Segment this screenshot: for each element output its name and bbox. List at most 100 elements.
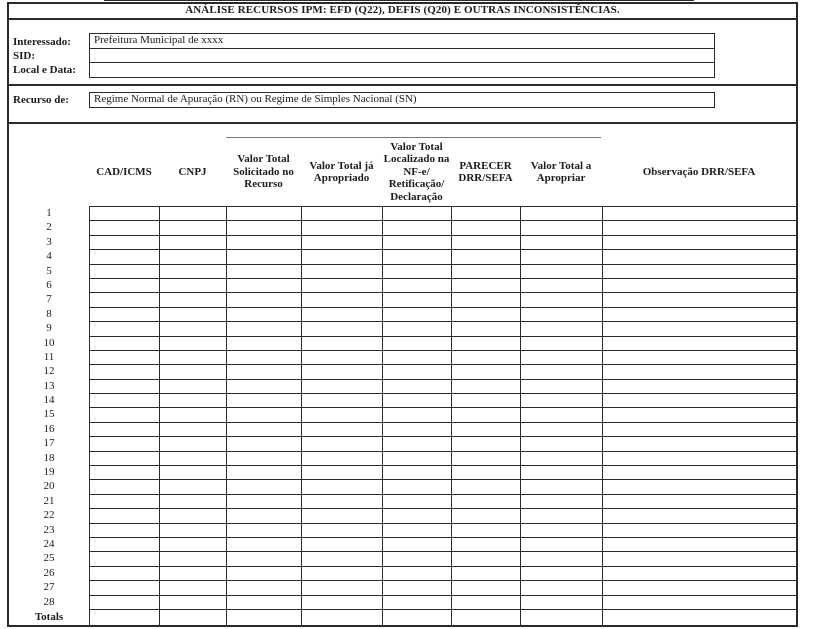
cell-valor-apropriado[interactable] <box>301 450 383 467</box>
cell-valor-localizado[interactable] <box>382 421 452 438</box>
cell-valor-apropriado[interactable] <box>301 522 383 538</box>
cell-parecer[interactable] <box>451 220 521 236</box>
total-parecer[interactable] <box>451 608 521 626</box>
cell-valor-localizado[interactable] <box>382 393 452 409</box>
cell-cnpj[interactable] <box>159 378 227 395</box>
cell-valor-apropriar[interactable] <box>520 393 603 409</box>
cell-valor-solicitado[interactable] <box>226 277 302 294</box>
cell-observacao[interactable] <box>602 205 797 222</box>
cell-valor-solicitado[interactable] <box>226 321 302 337</box>
cell-valor-solicitado[interactable] <box>226 220 302 236</box>
cell-cad-icms[interactable] <box>89 536 160 553</box>
cell-valor-apropriado[interactable] <box>301 536 383 553</box>
cell-cnpj[interactable] <box>159 551 227 567</box>
cell-valor-apropriado[interactable] <box>301 378 383 395</box>
cell-cad-icms[interactable] <box>89 335 160 351</box>
cell-cnpj[interactable] <box>159 220 227 236</box>
cell-observacao[interactable] <box>602 277 797 294</box>
cell-valor-localizado[interactable] <box>382 536 452 553</box>
cell-valor-apropriar[interactable] <box>520 249 603 265</box>
cell-valor-apropriado[interactable] <box>301 393 383 409</box>
cell-valor-apropriado[interactable] <box>301 364 383 380</box>
cell-valor-solicitado[interactable] <box>226 465 302 481</box>
cell-observacao[interactable] <box>602 580 797 596</box>
cell-valor-apropriar[interactable] <box>520 450 603 467</box>
cell-valor-solicitado[interactable] <box>226 205 302 222</box>
cell-cad-icms[interactable] <box>89 407 160 423</box>
cell-valor-localizado[interactable] <box>382 493 452 510</box>
cell-cad-icms[interactable] <box>89 493 160 510</box>
cell-parecer[interactable] <box>451 594 521 610</box>
cell-valor-localizado[interactable] <box>382 205 452 222</box>
cell-valor-apropriado[interactable] <box>301 465 383 481</box>
cell-valor-apropriado[interactable] <box>301 493 383 510</box>
cell-valor-localizado[interactable] <box>382 335 452 351</box>
cell-cnpj[interactable] <box>159 263 227 279</box>
cell-valor-apropriar[interactable] <box>520 536 603 553</box>
cell-observacao[interactable] <box>602 220 797 236</box>
cell-cad-icms[interactable] <box>89 465 160 481</box>
cell-observacao[interactable] <box>602 594 797 610</box>
cell-parecer[interactable] <box>451 393 521 409</box>
cell-observacao[interactable] <box>602 321 797 337</box>
cell-valor-apropriar[interactable] <box>520 335 603 351</box>
cell-valor-apropriado[interactable] <box>301 205 383 222</box>
cell-observacao[interactable] <box>602 450 797 467</box>
cell-cnpj[interactable] <box>159 580 227 596</box>
cell-valor-solicitado[interactable] <box>226 580 302 596</box>
cell-parecer[interactable] <box>451 421 521 438</box>
cell-cad-icms[interactable] <box>89 321 160 337</box>
cell-valor-apropriado[interactable] <box>301 249 383 265</box>
cell-cnpj[interactable] <box>159 407 227 423</box>
cell-observacao[interactable] <box>602 551 797 567</box>
cell-valor-localizado[interactable] <box>382 551 452 567</box>
cell-valor-solicitado[interactable] <box>226 292 302 308</box>
cell-valor-solicitado[interactable] <box>226 436 302 452</box>
cell-cad-icms[interactable] <box>89 263 160 279</box>
cell-valor-solicitado[interactable] <box>226 407 302 423</box>
total-observacao[interactable] <box>602 608 797 626</box>
cell-valor-apropriado[interactable] <box>301 436 383 452</box>
cell-valor-localizado[interactable] <box>382 378 452 395</box>
cell-valor-apropriar[interactable] <box>520 465 603 481</box>
cell-valor-solicitado[interactable] <box>226 594 302 610</box>
cell-valor-localizado[interactable] <box>382 349 452 366</box>
cell-cad-icms[interactable] <box>89 522 160 538</box>
cell-valor-apropriado[interactable] <box>301 220 383 236</box>
cell-cnpj[interactable] <box>159 205 227 222</box>
cell-valor-solicitado[interactable] <box>226 551 302 567</box>
cell-cad-icms[interactable] <box>89 450 160 467</box>
cell-cad-icms[interactable] <box>89 277 160 294</box>
cell-valor-apropriado[interactable] <box>301 594 383 610</box>
cell-valor-localizado[interactable] <box>382 580 452 596</box>
cell-cad-icms[interactable] <box>89 349 160 366</box>
cell-valor-localizado[interactable] <box>382 249 452 265</box>
cell-observacao[interactable] <box>602 465 797 481</box>
cell-parecer[interactable] <box>451 349 521 366</box>
total-cnpj[interactable] <box>159 608 227 626</box>
cell-observacao[interactable] <box>602 493 797 510</box>
cell-observacao[interactable] <box>602 349 797 366</box>
cell-cnpj[interactable] <box>159 421 227 438</box>
total-cad-icms[interactable] <box>89 608 160 626</box>
cell-parecer[interactable] <box>451 335 521 351</box>
cell-cad-icms[interactable] <box>89 508 160 524</box>
total-valor-apropriar[interactable] <box>520 608 603 626</box>
cell-valor-solicitado[interactable] <box>226 349 302 366</box>
cell-cad-icms[interactable] <box>89 249 160 265</box>
cell-parecer[interactable] <box>451 450 521 467</box>
cell-cnpj[interactable] <box>159 508 227 524</box>
cell-parecer[interactable] <box>451 306 521 323</box>
cell-valor-apropriar[interactable] <box>520 580 603 596</box>
cell-cad-icms[interactable] <box>89 436 160 452</box>
cell-valor-localizado[interactable] <box>382 508 452 524</box>
cell-valor-apropriar[interactable] <box>520 436 603 452</box>
total-valor-localizado[interactable] <box>382 608 452 626</box>
cell-valor-solicitado[interactable] <box>226 249 302 265</box>
cell-cnpj[interactable] <box>159 465 227 481</box>
cell-cad-icms[interactable] <box>89 220 160 236</box>
cell-valor-apropriado[interactable] <box>301 508 383 524</box>
cell-valor-apropriado[interactable] <box>301 479 383 495</box>
cell-parecer[interactable] <box>451 378 521 395</box>
cell-valor-apropriar[interactable] <box>520 522 603 538</box>
